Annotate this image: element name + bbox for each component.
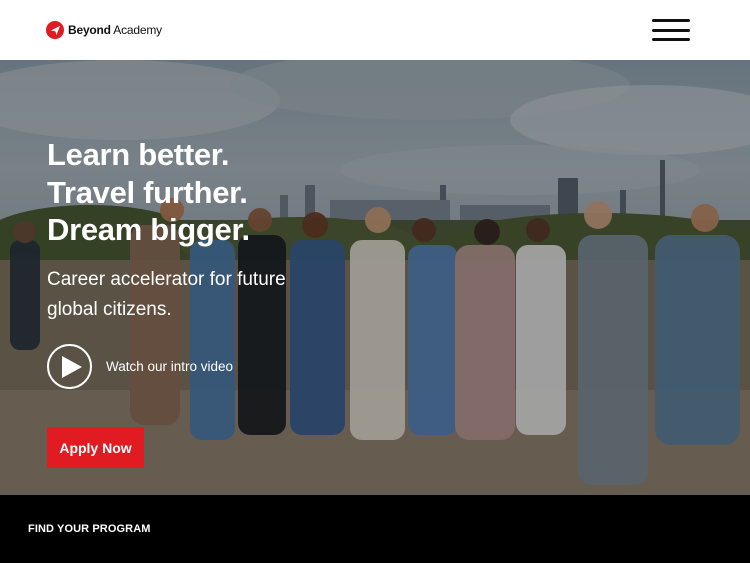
paper-plane-icon <box>46 21 64 39</box>
brand-logo[interactable]: Beyond Academy <box>46 21 162 39</box>
hero-section: Learn better. Travel further. Dream bigg… <box>0 60 750 495</box>
site-header: Beyond Academy <box>0 0 750 60</box>
headline-line-1: Learn better. <box>47 137 230 172</box>
find-your-program-link[interactable]: FIND YOUR PROGRAM <box>28 523 151 535</box>
apply-now-button[interactable]: Apply Now <box>47 427 144 468</box>
hamburger-menu-icon[interactable] <box>652 19 690 41</box>
hero-headline: Learn better. Travel further. Dream bigg… <box>47 136 250 249</box>
brand-name: Beyond Academy <box>68 23 162 37</box>
brand-name-bold: Beyond <box>68 23 111 37</box>
watch-intro-video-link[interactable]: Watch our intro video <box>47 344 233 389</box>
headline-line-3: Dream bigger. <box>47 212 250 247</box>
video-link-label: Watch our intro video <box>106 359 234 374</box>
headline-line-2: Travel further. <box>47 174 248 210</box>
program-finder-bar: FIND YOUR PROGRAM <box>0 495 750 563</box>
brand-name-regular: Academy <box>113 23 162 37</box>
play-icon[interactable] <box>47 344 92 389</box>
hero-subtitle: Career accelerator for future global cit… <box>47 269 286 320</box>
